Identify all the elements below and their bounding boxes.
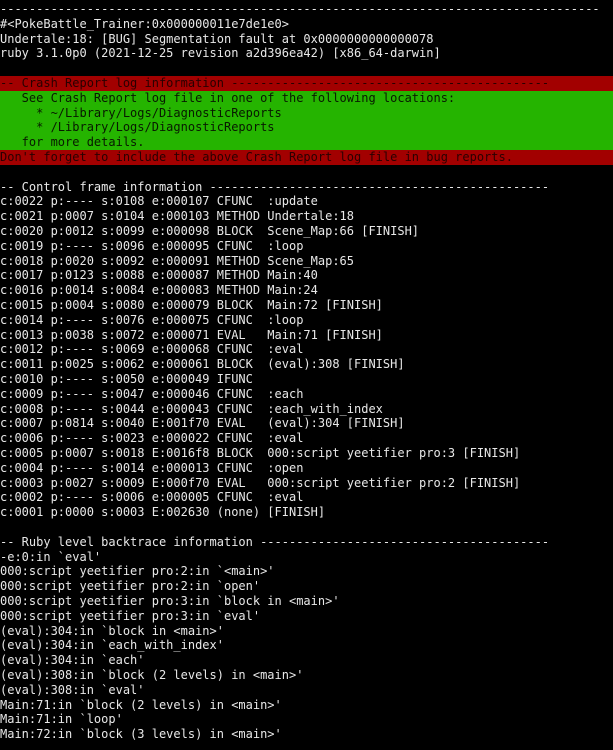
terminal-line: [0, 520, 613, 535]
terminal-line: 000:script yeetifier pro:2:in `<main>': [0, 564, 613, 580]
terminal-line: (eval):304:in `block in <main>': [0, 623, 613, 639]
terminal-line: See Crash Report log file in one of the …: [0, 90, 613, 106]
terminal-line: Main:72:in `block (3 levels) in <main>': [0, 727, 613, 743]
terminal-line: Undertale:18: [BUG] Segmentation fault a…: [0, 31, 613, 47]
terminal-line: (eval):304:in `each': [0, 653, 613, 669]
terminal-line: c:0005 p:0007 s:0018 E:0016f8 BLOCK 000:…: [0, 446, 613, 461]
terminal-line: Don't forget to include the above Crash …: [0, 150, 613, 165]
terminal-line: (eval):304:in `each_with_index': [0, 638, 613, 654]
terminal-line: c:0021 p:0007 s:0104 e:000103 METHOD Und…: [0, 209, 613, 225]
terminal-line: for more details.: [0, 135, 613, 151]
terminal-line: c:0006 p:---- s:0023 e:000022 CFUNC :eva…: [0, 431, 613, 447]
terminal-line: c:0014 p:---- s:0076 e:000075 CFUNC :loo…: [0, 312, 613, 328]
terminal-line: c:0016 p:0014 s:0084 e:000083 METHOD Mai…: [0, 283, 613, 299]
terminal-line: c:0012 p:---- s:0069 e:000068 CFUNC :eva…: [0, 342, 613, 358]
terminal-line: c:0018 p:0020 s:0092 e:000091 METHOD Sce…: [0, 253, 613, 269]
terminal-line: c:0022 p:---- s:0108 e:000107 CFUNC :upd…: [0, 194, 613, 210]
terminal-line: ----------------------------------------…: [0, 2, 613, 17]
terminal-line: c:0001 p:0000 s:0003 E:002630 (none) [FI…: [0, 505, 613, 521]
terminal-line: c:0008 p:---- s:0044 e:000043 CFUNC :eac…: [0, 401, 613, 417]
terminal-line: Main:71:in `loop': [0, 712, 613, 728]
terminal-line: Main:71:in `block (2 levels) in <main>': [0, 697, 613, 713]
terminal-line: c:0009 p:---- s:0047 e:000046 CFUNC :eac…: [0, 386, 613, 402]
terminal-line: 000:script yeetifier pro:3:in `eval': [0, 608, 613, 624]
terminal-line: c:0003 p:0027 s:0009 E:000f70 EVAL 000:s…: [0, 475, 613, 491]
terminal-line: -- Control frame information -----------…: [0, 179, 613, 195]
terminal-line: c:0011 p:0025 s:0062 e:000061 BLOCK (eva…: [0, 357, 613, 373]
terminal-output[interactable]: ----------------------------------------…: [0, 0, 613, 750]
terminal-line: c:0015 p:0004 s:0080 e:000079 BLOCK Main…: [0, 298, 613, 313]
terminal-line: c:0020 p:0012 s:0099 e:000098 BLOCK Scen…: [0, 224, 613, 239]
terminal-line: * /Library/Logs/DiagnosticReports: [0, 120, 613, 136]
terminal-line: (eval):308:in `eval': [0, 682, 613, 698]
terminal-line: #<PokeBattle_Trainer:0x000000011e7de1e0>: [0, 16, 613, 32]
terminal-line: ruby 3.1.0p0 (2021-12-25 revision a2d396…: [0, 46, 613, 62]
terminal-line: c:0013 p:0038 s:0072 e:000071 EVAL Main:…: [0, 327, 613, 343]
terminal-line: -- Crash Report log information --------…: [0, 76, 613, 91]
terminal-line: c:0010 p:---- s:0050 e:000049 IFUNC: [0, 372, 613, 387]
terminal-line: 000:script yeetifier pro:3:in `block in …: [0, 594, 613, 609]
terminal-line: -e:0:in `eval': [0, 549, 613, 565]
terminal-line: -- Ruby level backtrace information ----…: [0, 534, 613, 550]
terminal-line: [0, 61, 613, 77]
terminal-line: c:0017 p:0123 s:0088 e:000087 METHOD Mai…: [0, 268, 613, 284]
terminal-line: (eval):308:in `block (2 levels) in <main…: [0, 668, 613, 683]
terminal-line: c:0019 p:---- s:0096 e:000095 CFUNC :loo…: [0, 238, 613, 254]
terminal-line: [0, 164, 613, 180]
terminal-line: c:0007 p:0814 s:0040 E:001f70 EVAL (eval…: [0, 416, 613, 432]
terminal-line: * ~/Library/Logs/DiagnosticReports: [0, 105, 613, 121]
terminal-line: 000:script yeetifier pro:2:in `open': [0, 579, 613, 595]
terminal-line: c:0004 p:---- s:0014 e:000013 CFUNC :ope…: [0, 460, 613, 476]
terminal-line: c:0002 p:---- s:0006 e:000005 CFUNC :eva…: [0, 490, 613, 506]
